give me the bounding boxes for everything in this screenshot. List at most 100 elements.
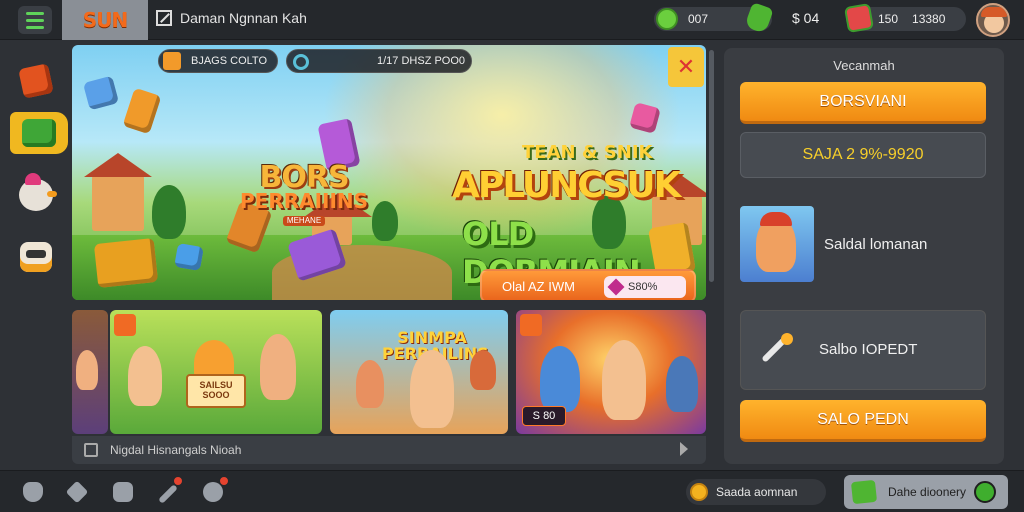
pill-mid-text: 1/17 DHSZ POO0 — [377, 55, 466, 67]
banner-info-pill[interactable]: BJAGS COLTO — [158, 49, 278, 73]
green-box-icon — [850, 479, 878, 505]
floating-block — [122, 87, 162, 135]
game-thumbnail[interactable] — [72, 310, 108, 434]
checkbox-icon — [84, 443, 98, 457]
badge-icon — [520, 314, 542, 336]
ring-icon — [293, 54, 309, 70]
floating-block — [93, 237, 159, 289]
sidebar-item-robots[interactable] — [14, 236, 58, 278]
window-icon — [156, 10, 172, 26]
panel-item[interactable]: Salbo IOPEDT — [740, 310, 986, 390]
badge-icon — [114, 314, 136, 336]
coin-icon — [656, 8, 678, 30]
panel-title: Vecanmah — [833, 58, 895, 73]
balance-pill[interactable]: Saada aomnan — [686, 479, 826, 505]
game-thumbnail[interactable]: SAILSU SOOO — [110, 310, 322, 434]
promo-code-box[interactable]: SAJA 2 9%-9920 — [740, 132, 986, 178]
banner-house — [84, 153, 152, 231]
banner-close-button[interactable]: ✕ — [668, 47, 704, 87]
character-figure — [540, 346, 580, 412]
sidebar-item-blocks[interactable] — [14, 60, 58, 102]
wand-icon — [755, 333, 793, 369]
box-icon — [163, 52, 181, 70]
carousel-footer-text: Nigdal Hisnangals Nioah — [110, 443, 242, 457]
notification-dot — [173, 476, 183, 486]
game-thumbnail[interactable]: SINMPA PERRAILINS — [330, 310, 508, 434]
app-title-text: Daman Ngnnan Kah — [180, 10, 307, 26]
game-thumbnail[interactable]: S 80 — [516, 310, 706, 434]
character-figure — [410, 350, 454, 428]
character-figure — [76, 350, 98, 390]
game-logo-line2: PERRAIIINS — [240, 189, 369, 213]
thumbnail-tag: S 80 — [522, 406, 566, 426]
floating-block — [82, 75, 120, 111]
banner-scrollbar[interactable] — [709, 50, 714, 282]
robot-icon — [20, 242, 52, 272]
top-bar: SUN Daman Ngnnan Kah 007 $ 04 150 13380 — [0, 0, 1024, 40]
thumbnail-sign: SAILSU SOOO — [186, 374, 246, 408]
coins-counter[interactable]: 007 — [654, 2, 774, 34]
robot-nav-icon[interactable] — [110, 479, 136, 505]
side-panel: Vecanmah BORSVIANI SAJA 2 9%-9920 Saldal… — [724, 48, 1004, 464]
cta-price: S80% — [604, 276, 686, 298]
character-figure — [666, 356, 698, 412]
bag-icon[interactable] — [200, 476, 229, 505]
chevron-right-icon[interactable] — [680, 442, 688, 456]
avatar-hat — [981, 7, 1007, 17]
banner-progress-pill[interactable]: 1/17 DHSZ POO0 — [286, 49, 472, 73]
banner-headline: APLUNCSUK — [452, 165, 681, 206]
gold-coin-icon — [690, 483, 708, 501]
notification-dot — [219, 476, 229, 486]
refresh-icon — [974, 481, 996, 503]
close-icon: ✕ — [676, 54, 696, 80]
sidebar-item-games[interactable] — [10, 112, 68, 154]
primary-action-button[interactable]: BORSVIANI — [740, 82, 986, 124]
floating-block — [174, 242, 204, 272]
character-figure — [260, 334, 296, 400]
banner-tree — [152, 185, 186, 239]
banner-tree — [372, 201, 398, 241]
pill-left-text: BJAGS COLTO — [191, 55, 268, 67]
coins-value: 007 — [688, 12, 709, 26]
cash-value: $ 04 — [792, 10, 820, 26]
gem-icon — [843, 2, 875, 34]
banner-cta-button[interactable]: Olal AZ IWM S80% — [480, 269, 696, 300]
puzzle-icon[interactable] — [64, 479, 90, 505]
gems-value-a: 150 — [878, 12, 899, 26]
panel-item[interactable]: Saldal lomanan — [740, 206, 986, 282]
game-logo: BORS PERRAIIINS MEHANE — [240, 163, 368, 227]
character-figure — [128, 346, 162, 406]
carousel-footer[interactable]: Nigdal Hisnangals Nioah — [72, 436, 706, 464]
secondary-action-button[interactable]: SALO PEDN — [740, 400, 986, 442]
game-logo-line3: MEHANE — [282, 216, 326, 226]
cta-label: Olal AZ IWM — [502, 278, 575, 294]
leaf-icon — [744, 2, 774, 34]
block-icon — [18, 63, 54, 99]
featured-banner[interactable]: BORS PERRAIIINS MEHANE TEAN & SNIK APLUN… — [72, 45, 706, 300]
app-title: Daman Ngnnan Kah — [156, 10, 307, 26]
panel-item-label: Saldal lomanan — [824, 235, 928, 253]
game-launcher: SUN Daman Ngnnan Kah 007 $ 04 150 13380 — [0, 0, 1024, 512]
left-sidebar — [0, 40, 70, 470]
game-box-icon — [22, 119, 56, 147]
hamburger-menu-button[interactable] — [18, 6, 52, 34]
bottom-nav: Saada aomnan Dahe dioonery — [0, 470, 1024, 512]
sidebar-item-pets[interactable] — [14, 173, 58, 216]
pencil-icon[interactable] — [154, 476, 183, 505]
heart-shield-icon[interactable] — [20, 479, 46, 505]
status-label: Dahe dioonery — [888, 485, 967, 499]
character-figure — [602, 340, 646, 420]
gems-counter[interactable]: 150 13380 — [843, 2, 966, 34]
banner-tagline: TEAN & SNIK — [522, 142, 653, 163]
character-figure — [470, 350, 496, 390]
status-button[interactable]: Dahe dioonery — [844, 475, 1008, 509]
bird-icon — [19, 173, 57, 211]
gems-value-b: 13380 — [912, 12, 946, 26]
character-figure — [756, 212, 796, 272]
app-logo[interactable]: SUN — [62, 0, 148, 40]
user-avatar[interactable] — [976, 3, 1010, 37]
panel-item-label: Salbo IOPEDT — [819, 341, 918, 358]
panel-item-thumbnail — [740, 206, 814, 282]
character-figure — [356, 360, 384, 408]
balance-label: Saada aomnan — [716, 485, 798, 499]
